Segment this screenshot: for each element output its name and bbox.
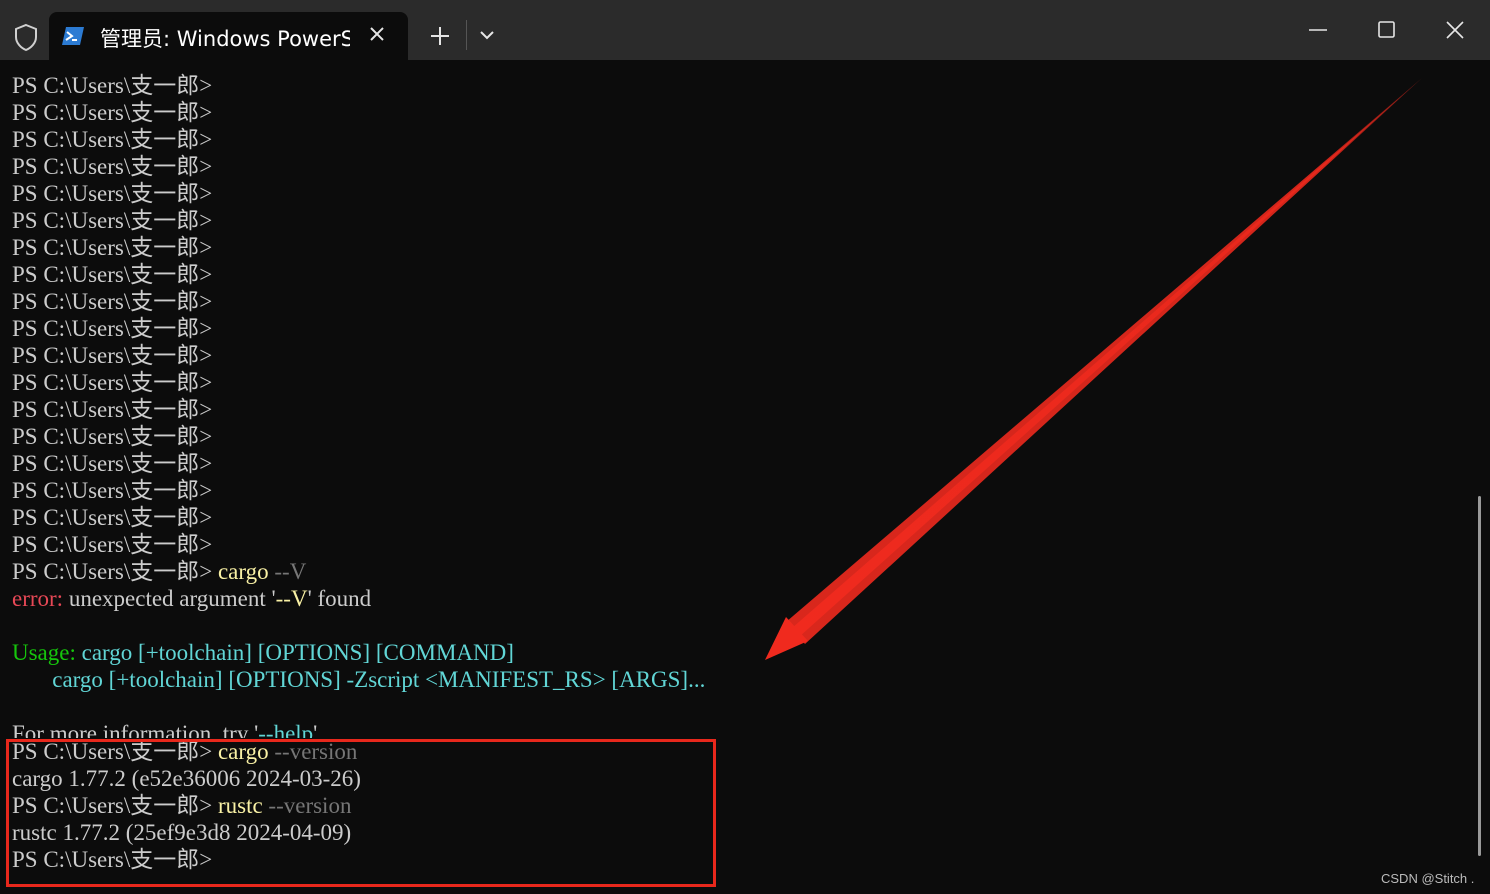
usage-options: [OPTIONS] — [228, 667, 341, 692]
prompt-line: PS C:\Users\支一郎> — [12, 424, 213, 449]
usage-options: [OPTIONS] — [257, 640, 371, 665]
command-arg: --V — [274, 559, 307, 584]
prompt-line: PS C:\Users\支一郎> — [12, 208, 213, 233]
usage-line: cargo [+toolchain] [OPTIONS] -Zscript <M… — [12, 666, 1462, 693]
error-arg: --V — [275, 586, 308, 611]
error-message-tail: ' found — [307, 586, 372, 611]
plus-icon[interactable] — [428, 24, 452, 48]
usage-zscript: -Zscript — [346, 667, 420, 692]
usage-command: [COMMAND] — [375, 640, 514, 665]
prompt-line: PS C:\Users\支一郎> — [12, 154, 213, 179]
scrollbar[interactable] — [1478, 496, 1481, 856]
close-icon[interactable] — [367, 24, 387, 44]
error-line: error: unexpected argument '--V' found — [12, 585, 1462, 612]
terminal-line: PS C:\Users\支一郎> cargo --V — [12, 558, 1462, 585]
prompt-line: PS C:\Users\支一郎> — [12, 532, 213, 557]
usage-args: [ARGS]... — [611, 667, 706, 692]
prompt-line: PS C:\Users\支一郎> — [12, 451, 213, 476]
error-message: unexpected argument ' — [68, 586, 276, 611]
powershell-icon — [62, 27, 84, 45]
prompt-line: PS C:\Users\支一郎> — [12, 505, 213, 530]
prompt: PS C:\Users\支一郎> — [12, 559, 213, 584]
chevron-down-icon[interactable] — [478, 28, 496, 42]
error-label: error: — [12, 586, 64, 611]
usage-toolchain: [+toolchain] — [108, 667, 223, 692]
usage-toolchain: [+toolchain] — [138, 640, 252, 665]
help-line: For more information, try '--help'. — [12, 720, 1462, 738]
prompt-line: PS C:\Users\支一郎> — [12, 289, 213, 314]
prompt-line: PS C:\Users\支一郎> — [12, 370, 213, 395]
tab-title: 管理员: Windows PowerS — [100, 27, 350, 51]
prompt-line: PS C:\Users\支一郎> — [12, 127, 213, 152]
help-tail: '. — [313, 721, 324, 738]
prompt-line: PS C:\Users\支一郎> — [12, 235, 213, 260]
help-text: For more information, try ' — [12, 721, 259, 738]
prompt-history: PS C:\Users\支一郎> PS C:\Users\支一郎> PS C:\Us… — [12, 72, 1462, 558]
tab-powershell[interactable]: 管理员: Windows PowerS — [49, 12, 408, 60]
prompt-line: PS C:\Users\支一郎> — [12, 73, 213, 98]
prompt-line: PS C:\Users\支一郎> — [12, 262, 213, 287]
watermark: CSDN @Stitch . — [1381, 871, 1475, 886]
help-flag: --help — [258, 721, 314, 738]
prompt-line: PS C:\Users\支一郎> — [12, 478, 213, 503]
prompt-line: PS C:\Users\支一郎> — [12, 316, 213, 341]
prompt-line: PS C:\Users\支一郎> — [12, 397, 213, 422]
annotation-highlight-box — [6, 739, 716, 887]
prompt-line: PS C:\Users\支一郎> — [12, 100, 213, 125]
tab-separator — [466, 20, 467, 50]
command: cargo — [217, 559, 269, 584]
close-window-icon[interactable] — [1444, 19, 1466, 41]
title-bar: 管理员: Windows PowerS — [0, 0, 1490, 60]
usage-cmd: cargo — [52, 667, 103, 692]
usage-line: Usage: cargo [+toolchain] [OPTIONS] [COM… — [12, 639, 1462, 666]
usage-cmd: cargo — [81, 640, 133, 665]
shield-icon — [15, 23, 37, 52]
minimize-icon[interactable] — [1306, 20, 1330, 40]
prompt-line: PS C:\Users\支一郎> — [12, 343, 213, 368]
usage-manifest: <MANIFEST_RS> — [425, 667, 606, 692]
prompt-line: PS C:\Users\支一郎> — [12, 181, 213, 206]
maximize-icon[interactable] — [1376, 20, 1398, 40]
usage-label: Usage: — [12, 640, 76, 665]
